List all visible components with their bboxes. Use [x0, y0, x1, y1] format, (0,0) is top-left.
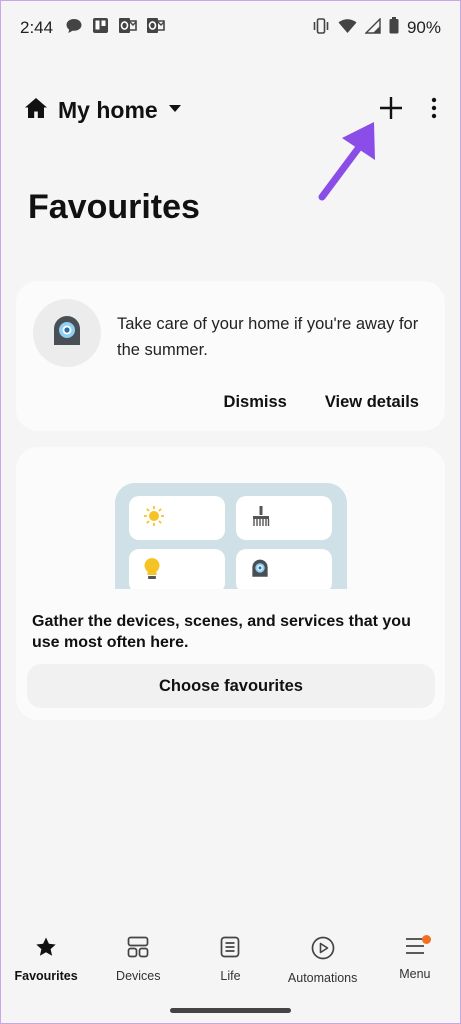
more-vertical-icon — [431, 97, 437, 124]
app-header: My home — [0, 86, 461, 134]
favourites-description: Gather the devices, scenes, and services… — [32, 613, 411, 651]
life-list-icon — [220, 936, 240, 961]
nav-favourites[interactable]: Favourites — [0, 936, 92, 996]
home-indicator[interactable] — [170, 1008, 291, 1013]
camera-device-icon — [250, 559, 270, 583]
nav-label: Devices — [116, 969, 161, 983]
illustration-tile — [236, 549, 332, 589]
nav-label: Life — [220, 969, 241, 983]
caret-down-icon — [168, 101, 182, 119]
outlook-icon — [118, 17, 137, 39]
nav-automations[interactable]: Automations — [277, 936, 369, 996]
bulb-icon — [143, 557, 161, 586]
promo-icon-wrap — [33, 299, 101, 367]
vibrate-icon — [312, 17, 330, 39]
star-icon — [35, 936, 57, 961]
nav-label: Favourites — [14, 969, 78, 983]
illustration-tile — [129, 549, 225, 589]
illustration-tile — [236, 496, 332, 540]
illustration-tile — [129, 496, 225, 540]
status-time: 2:44 — [20, 18, 54, 37]
bottom-navigation: Favourites Devices Life Automations Menu — [0, 935, 461, 996]
favourites-card: Gather the devices, scenes, and services… — [16, 447, 445, 720]
home-name: My home — [58, 96, 158, 123]
more-options-button[interactable] — [431, 97, 437, 124]
notification-badge — [421, 935, 431, 944]
battery-icon — [389, 17, 399, 39]
nav-label: Automations — [287, 971, 358, 985]
signal-icon — [364, 16, 381, 39]
favourites-illustration — [115, 483, 347, 589]
choose-favourites-button[interactable]: Choose favourites — [27, 664, 435, 708]
view-details-button[interactable]: View details — [325, 393, 419, 412]
promo-message: Take care of your home if you're away fo… — [117, 315, 419, 359]
promo-card: Take care of your home if you're away fo… — [16, 281, 445, 431]
brush-icon — [250, 505, 272, 532]
annotation-arrow — [318, 122, 375, 201]
nav-devices[interactable]: Devices — [92, 936, 184, 996]
home-selector[interactable]: My home — [24, 97, 182, 124]
camera-device-icon — [50, 315, 84, 352]
page-title: Favourites — [28, 188, 200, 226]
wifi-icon — [338, 18, 357, 39]
nav-life[interactable]: Life — [184, 936, 276, 996]
nav-label: Menu — [399, 967, 431, 981]
outlook-icon — [146, 17, 165, 39]
battery-percentage: 90% — [406, 18, 441, 37]
sun-icon — [143, 505, 165, 532]
nav-menu[interactable]: Menu — [369, 935, 461, 996]
trello-icon — [92, 17, 109, 39]
status-bar: 2:44 90% — [0, 0, 461, 56]
chat-bubble-icon — [65, 17, 83, 40]
house-icon — [24, 97, 48, 124]
dismiss-button[interactable]: Dismiss — [224, 393, 287, 412]
devices-grid-icon — [127, 936, 149, 961]
play-circle-icon — [311, 936, 335, 963]
